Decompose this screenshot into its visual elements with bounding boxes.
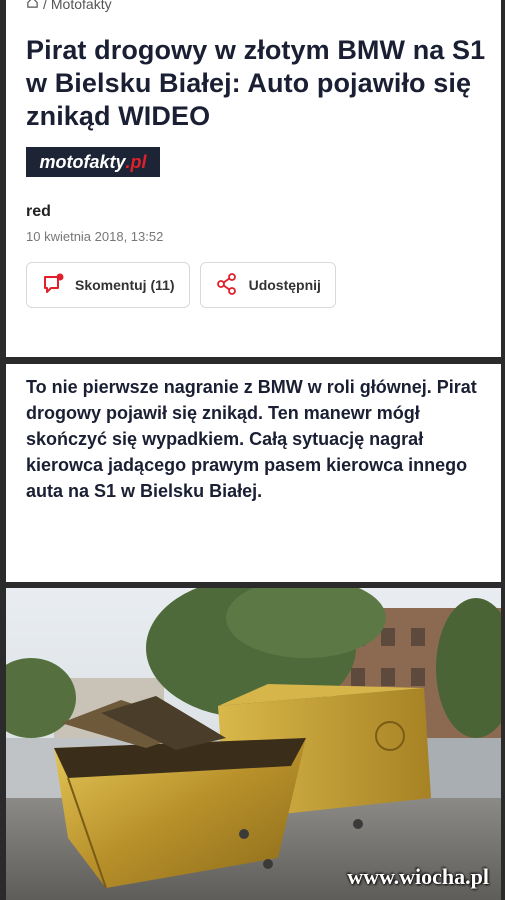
logo-main: motofakty	[39, 151, 126, 172]
photo-panel: www.wiocha.pl	[6, 588, 501, 900]
author[interactable]: red	[26, 203, 487, 221]
home-icon[interactable]	[26, 0, 39, 12]
watermark: www.wiocha.pl	[347, 864, 489, 889]
golden-dumpsters-photo	[6, 588, 501, 900]
logo-suffix: .pl	[125, 151, 147, 172]
breadcrumb-section[interactable]: Motofakty	[51, 0, 112, 12]
comment-button[interactable]: Skomentuj (11)	[26, 262, 190, 308]
breadcrumb: / Motofakty	[26, 0, 487, 12]
share-button[interactable]: Udostępnij	[199, 262, 336, 308]
comment-label: Skomentuj (11)	[75, 277, 175, 293]
article-lead: To nie pierwsze nagranie z BMW w roli gł…	[26, 377, 477, 501]
comment-icon	[41, 272, 65, 299]
publish-date: 10 kwietnia 2018, 13:52	[26, 229, 164, 244]
motofakty-logo[interactable]: motofakty .pl	[26, 147, 160, 177]
share-label: Udostępnij	[248, 277, 321, 293]
article-title: Pirat drogowy w złotym BMW na S1 w Biels…	[26, 35, 486, 131]
share-icon	[215, 272, 239, 299]
article-header-panel: / Motofakty Pirat drogowy w złotym BMW n…	[6, 0, 501, 357]
article-lead-panel: To nie pierwsze nagranie z BMW w roli gł…	[6, 364, 501, 582]
breadcrumb-separator: /	[43, 0, 47, 12]
